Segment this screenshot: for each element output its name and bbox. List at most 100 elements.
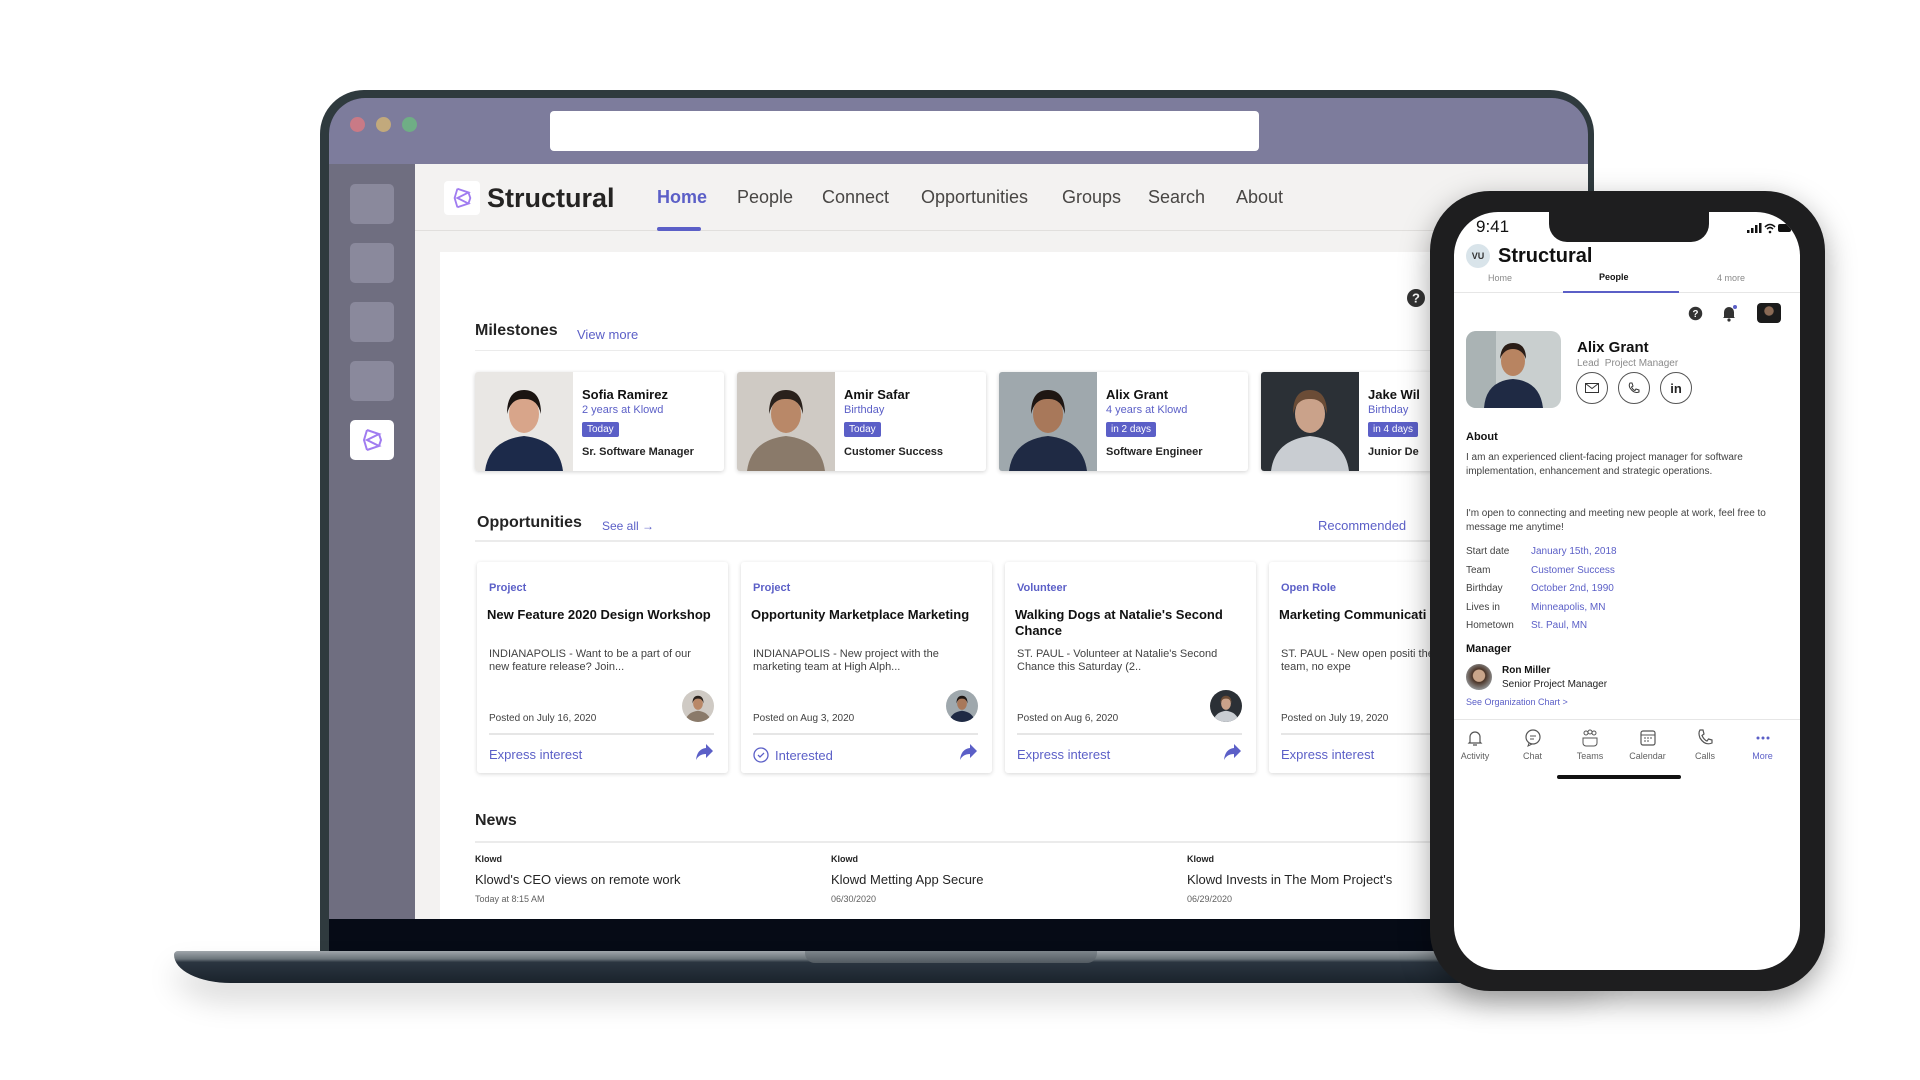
milestone-photo bbox=[475, 372, 573, 471]
milestone-photo bbox=[999, 372, 1097, 471]
opportunity-posted-date: Posted on Aug 6, 2020 bbox=[1017, 713, 1119, 724]
opportunity-type: Open Role bbox=[1281, 582, 1337, 594]
news-item[interactable]: Klowd Klowd's CEO views on remote work T… bbox=[475, 854, 805, 904]
about-title: About bbox=[1466, 431, 1498, 443]
bottom-tab-calendar[interactable]: Calendar bbox=[1623, 728, 1673, 761]
rail-app-button[interactable] bbox=[350, 184, 394, 224]
field-value[interactable]: Customer Success bbox=[1531, 565, 1615, 576]
news-date: 06/30/2020 bbox=[831, 894, 877, 904]
milestone-badge: Today bbox=[844, 422, 881, 437]
phone-tab-more[interactable]: 4 more bbox=[1717, 273, 1745, 283]
maximize-window-button[interactable] bbox=[402, 117, 417, 132]
milestone-role: Software Engineer bbox=[1106, 446, 1203, 458]
user-avatar[interactable]: VU bbox=[1466, 244, 1490, 268]
bottom-tab-activity[interactable]: Activity bbox=[1454, 728, 1500, 761]
phone-app-title: Structural bbox=[1498, 245, 1593, 267]
news-title: News bbox=[475, 812, 517, 829]
bottom-tab-label: More bbox=[1752, 751, 1773, 761]
app-window: Structural Home People Connect Opportuni… bbox=[329, 164, 1588, 919]
phone-tab-home[interactable]: Home bbox=[1488, 273, 1512, 283]
window-titlebar bbox=[329, 98, 1588, 164]
bell-icon[interactable] bbox=[1720, 304, 1738, 322]
bottom-tab-label: Chat bbox=[1522, 751, 1542, 761]
calendar-icon bbox=[1639, 730, 1656, 746]
bottom-tab-label: Calls bbox=[1694, 751, 1715, 761]
milestone-subtitle: Birthday bbox=[844, 404, 885, 416]
recommended-filter[interactable]: Recommended bbox=[1318, 518, 1406, 533]
profile-title: Lead Project Manager bbox=[1577, 358, 1679, 369]
home-panel: ? Milestones View more Sofia Ramirez 2 y… bbox=[440, 252, 1440, 919]
opportunity-card[interactable]: Project Opportunity Marketplace Marketin… bbox=[741, 562, 992, 773]
help-icon[interactable]: ? bbox=[1406, 288, 1426, 308]
nav-home[interactable]: Home bbox=[657, 187, 707, 208]
email-button[interactable] bbox=[1576, 372, 1608, 404]
phone-tab-people[interactable]: People bbox=[1599, 272, 1629, 282]
milestone-card[interactable]: Amir Safar Birthday Today Customer Succe… bbox=[737, 372, 986, 471]
milestone-subtitle: 4 years at Klowd bbox=[1106, 404, 1188, 416]
news-item[interactable]: Klowd Klowd Invests in The Mom Project's… bbox=[1187, 854, 1440, 904]
profile-avatar-button[interactable] bbox=[1757, 303, 1781, 323]
address-bar[interactable] bbox=[550, 111, 1259, 151]
phone-icon bbox=[1698, 729, 1713, 745]
rail-app-button[interactable] bbox=[350, 302, 394, 342]
express-interest-button[interactable]: Express interest bbox=[489, 747, 582, 762]
field-value[interactable]: Minneapolis, MN bbox=[1531, 602, 1605, 613]
bottom-tab-calls[interactable]: Calls bbox=[1680, 728, 1730, 761]
home-indicator[interactable] bbox=[1557, 775, 1681, 779]
opportunities-see-all-link[interactable]: See all → bbox=[602, 519, 654, 533]
nav-opportunities[interactable]: Opportunities bbox=[921, 187, 1028, 208]
profile-photo bbox=[1466, 331, 1561, 408]
field-value[interactable]: October 2nd, 1990 bbox=[1531, 583, 1614, 594]
nav-active-indicator bbox=[657, 227, 701, 231]
opportunity-card[interactable]: Volunteer Walking Dogs at Natalie's Seco… bbox=[1005, 562, 1256, 773]
field-value[interactable]: St. Paul, MN bbox=[1531, 620, 1587, 631]
svg-text:?: ? bbox=[1693, 309, 1699, 320]
express-interest-button[interactable]: Express interest bbox=[1017, 747, 1110, 762]
field-label: Lives in bbox=[1466, 601, 1500, 613]
divider bbox=[1454, 719, 1800, 720]
org-chart-link[interactable]: See Organization Chart > bbox=[1466, 697, 1568, 707]
share-icon[interactable] bbox=[1222, 743, 1242, 761]
phone-tab-indicator bbox=[1563, 291, 1679, 293]
milestone-card[interactable]: Jake Wil Birthday in 4 days Junior De bbox=[1261, 372, 1440, 471]
phone-notch bbox=[1549, 212, 1709, 242]
milestone-card[interactable]: Alix Grant 4 years at Klowd in 2 days So… bbox=[999, 372, 1248, 471]
nav-groups[interactable]: Groups bbox=[1062, 187, 1121, 208]
bottom-tab-teams[interactable]: Teams bbox=[1565, 728, 1615, 761]
help-icon[interactable]: ? bbox=[1688, 306, 1703, 321]
nav-search[interactable]: Search bbox=[1148, 187, 1205, 208]
check-circle-icon bbox=[753, 747, 769, 763]
opportunity-card[interactable]: Project New Feature 2020 Design Workshop… bbox=[477, 562, 728, 773]
nav-people[interactable]: People bbox=[737, 187, 793, 208]
share-icon[interactable] bbox=[958, 743, 978, 761]
express-interest-button[interactable]: Express interest bbox=[1281, 747, 1374, 762]
milestones-view-more-link[interactable]: View more bbox=[577, 327, 638, 342]
close-window-button[interactable] bbox=[350, 117, 365, 132]
poster-avatar bbox=[1210, 690, 1242, 722]
minimize-window-button[interactable] bbox=[376, 117, 391, 132]
rail-structural-button[interactable] bbox=[350, 420, 394, 460]
field-value[interactable]: January 15th, 2018 bbox=[1531, 546, 1617, 557]
news-item[interactable]: Klowd Klowd Metting App Secure 06/30/202… bbox=[831, 854, 1161, 904]
bottom-tab-chat[interactable]: Chat bbox=[1508, 728, 1558, 761]
divider bbox=[475, 540, 1440, 542]
status-time: 9:41 bbox=[1476, 217, 1510, 236]
nav-connect[interactable]: Connect bbox=[822, 187, 889, 208]
interested-button[interactable]: Interested bbox=[753, 747, 833, 763]
bottom-tab-more[interactable]: More bbox=[1738, 728, 1788, 761]
app-rail bbox=[329, 164, 415, 919]
structural-logo-icon bbox=[453, 187, 472, 209]
milestone-card[interactable]: Sofia Ramirez 2 years at Klowd Today Sr.… bbox=[475, 372, 724, 471]
linkedin-button[interactable]: in bbox=[1660, 372, 1692, 404]
opportunity-card[interactable]: Open Role Marketing Communicati Speciali… bbox=[1269, 562, 1440, 773]
app-header: Structural Home People Connect Opportuni… bbox=[415, 164, 1588, 231]
bottom-tab-label: Teams bbox=[1576, 751, 1604, 761]
call-button[interactable] bbox=[1618, 372, 1650, 404]
opportunity-title: New Feature 2020 Design Workshop bbox=[487, 607, 711, 622]
field-label: Start date bbox=[1466, 546, 1510, 557]
milestone-subtitle: Birthday bbox=[1368, 404, 1409, 416]
rail-app-button[interactable] bbox=[350, 361, 394, 401]
nav-about[interactable]: About bbox=[1236, 187, 1283, 208]
rail-app-button[interactable] bbox=[350, 243, 394, 283]
share-icon[interactable] bbox=[694, 743, 714, 761]
